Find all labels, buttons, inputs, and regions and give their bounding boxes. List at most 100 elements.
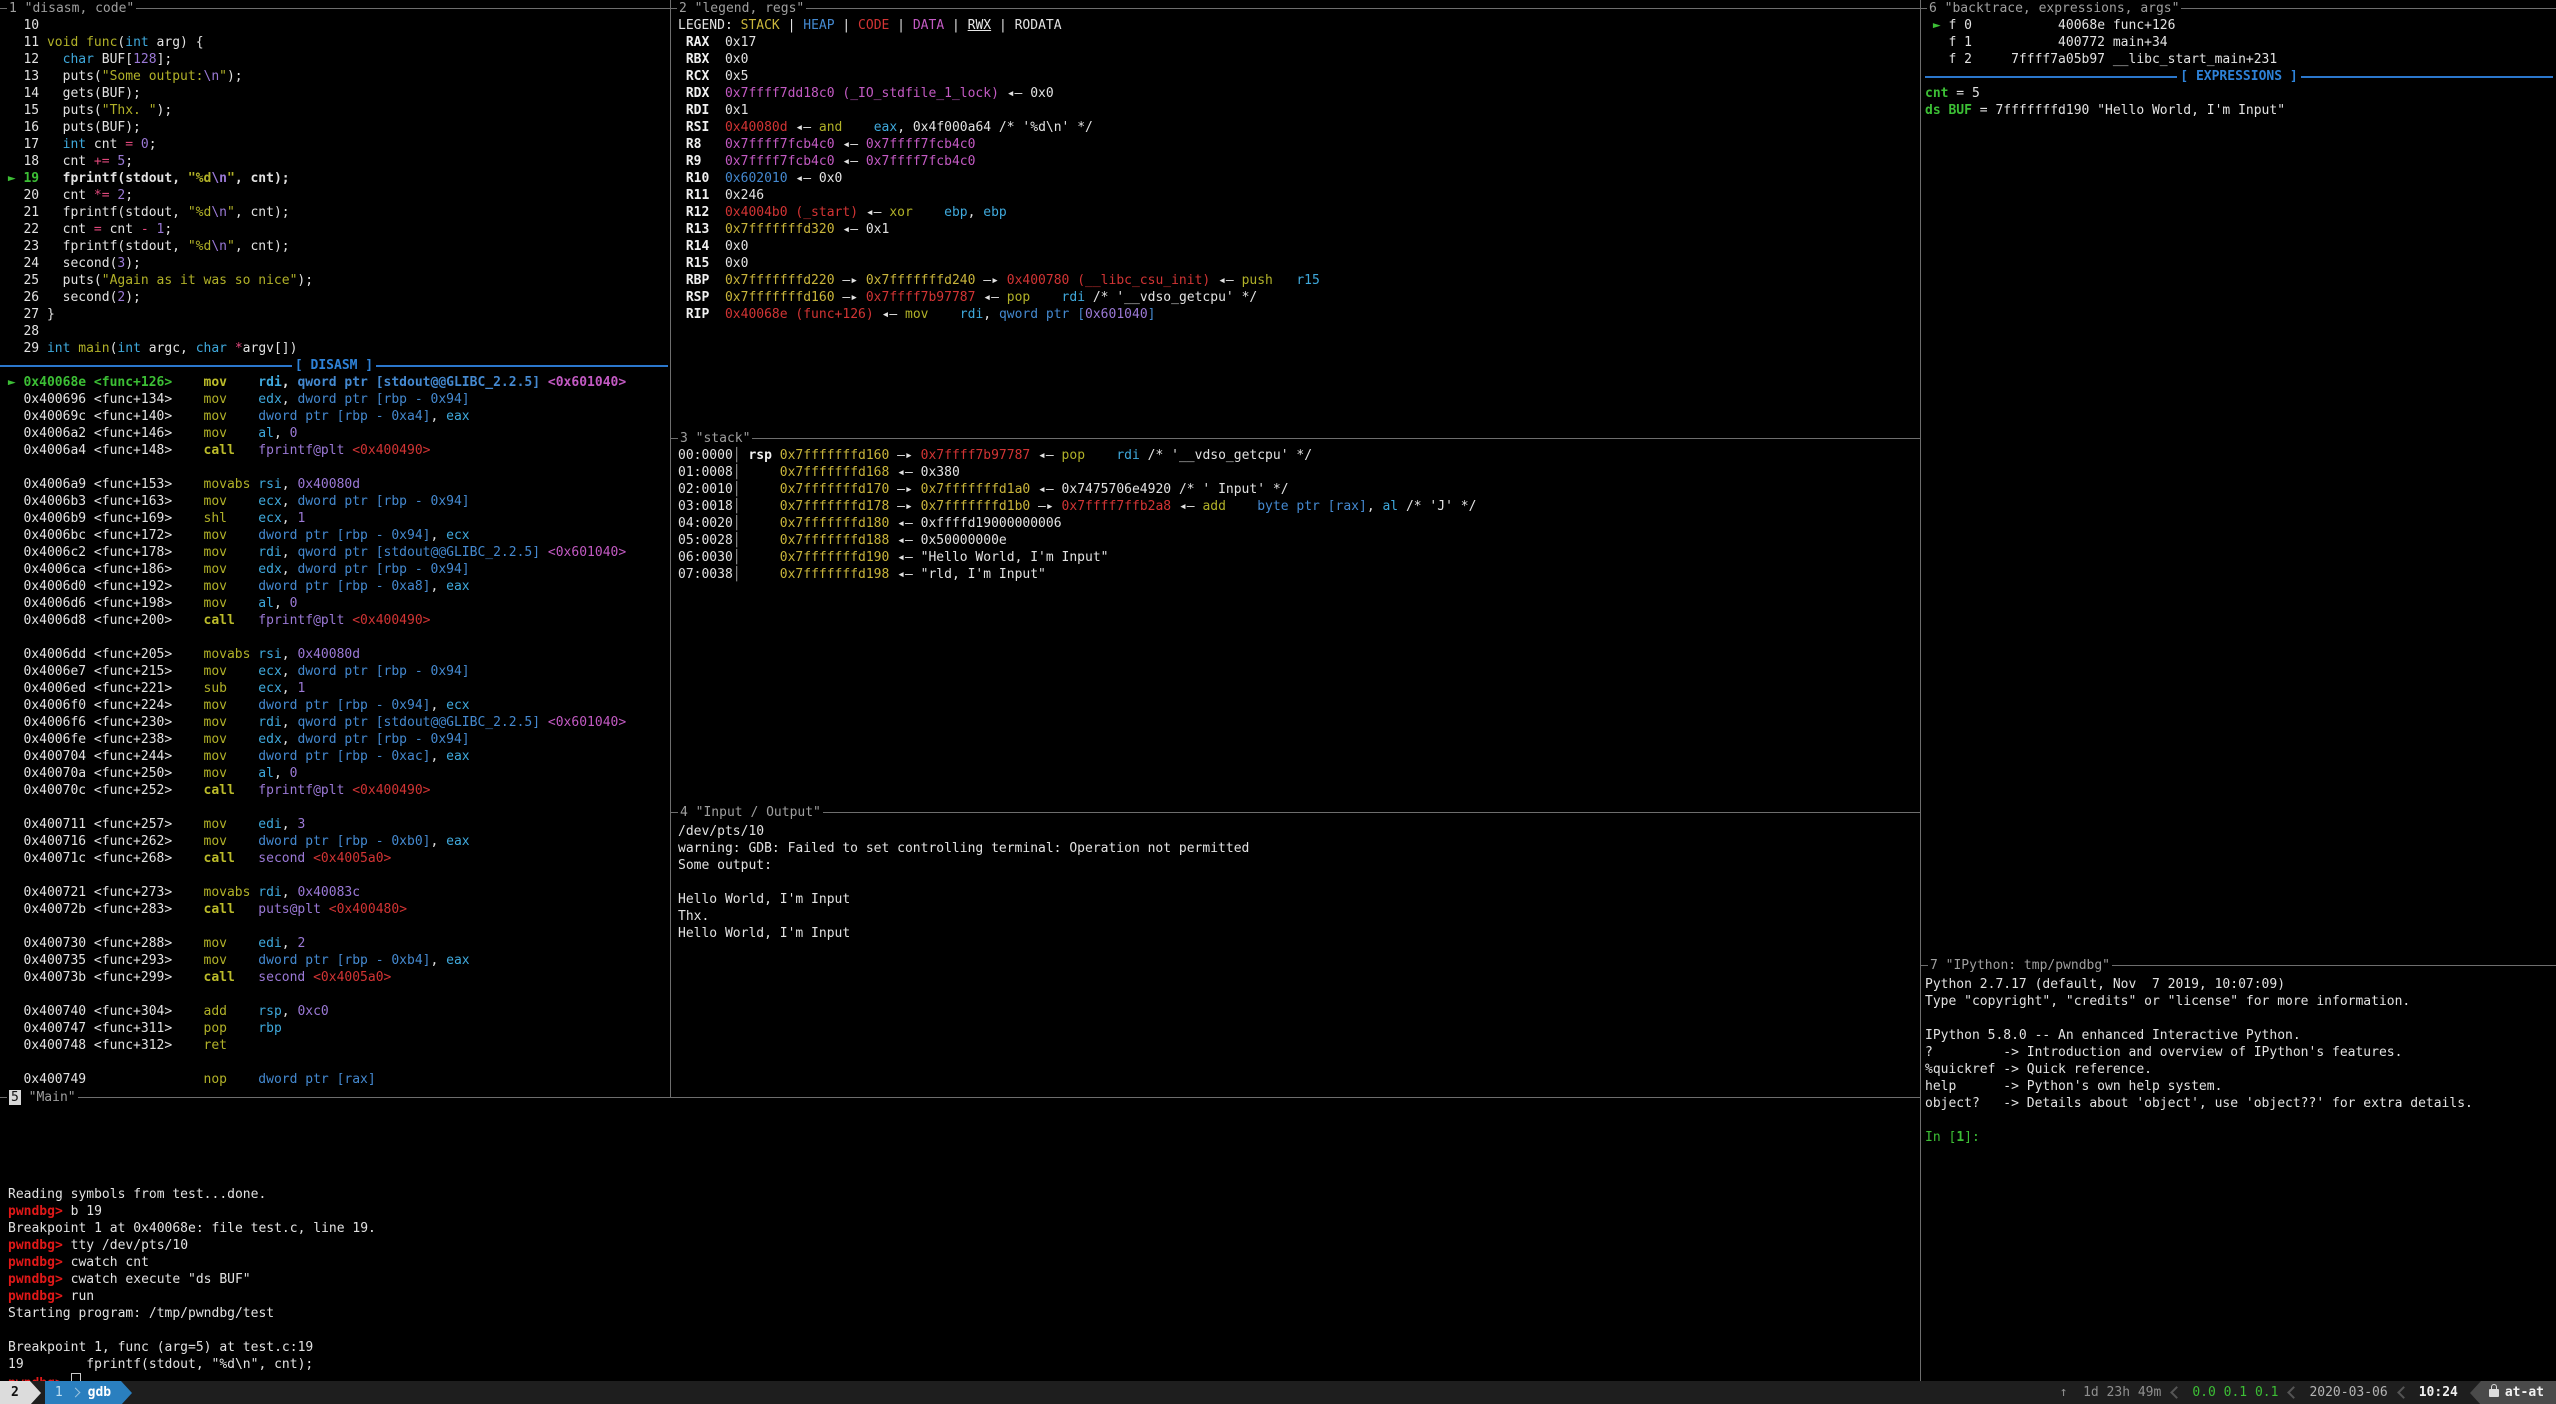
pane-disasm-code[interactable]: 10 11 void func(int arg) { 12 char BUF[1… bbox=[0, 17, 668, 1088]
pane-legend-regs[interactable]: LEGEND: STACK | HEAP | CODE | DATA | RWX… bbox=[678, 17, 1918, 323]
terminal-line: Breakpoint 1 at 0x40068e: file test.c, l… bbox=[8, 1220, 1912, 1237]
pane-border-io: 4 "Input / Output" bbox=[671, 804, 1920, 821]
terminal-line: 0x40071c <func+268> call second <0x4005a… bbox=[0, 850, 668, 867]
terminal-line: 0x400740 <func+304> add rsp, 0xc0 bbox=[0, 1003, 668, 1020]
terminal-line: 22 cnt = cnt - 1; bbox=[0, 221, 668, 238]
pane-border-main: 5 "Main" bbox=[0, 1089, 1920, 1106]
terminal-line: 0x4006a9 <func+153> movabs rsi, 0x40080d bbox=[0, 476, 668, 493]
terminal-line: 0x400704 <func+244> mov dword ptr [rbp -… bbox=[0, 748, 668, 765]
terminal-line bbox=[0, 459, 668, 476]
terminal-line: RBP 0x7fffffffd220 —▸ 0x7fffffffd240 —▸ … bbox=[678, 272, 1918, 289]
terminal-line: 12 char BUF[128]; bbox=[0, 51, 668, 68]
terminal-line: 04:0020│ 0x7fffffffd180 ◂— 0xffffd190000… bbox=[678, 515, 1918, 532]
uptime-indicator: ↑ 1d 23h 49m bbox=[2060, 1384, 2162, 1401]
terminal-line bbox=[8, 1135, 1912, 1152]
terminal-line: 00:0000│ rsp 0x7fffffffd160 —▸ 0x7ffff7b… bbox=[678, 447, 1918, 464]
terminal-line bbox=[0, 799, 668, 816]
terminal-line: R10 0x602010 ◂— 0x0 bbox=[678, 170, 1918, 187]
border-line bbox=[78, 1097, 1920, 1098]
terminal-line: 0x4006fe <func+238> mov edx, dword ptr [… bbox=[0, 731, 668, 748]
terminal-line: ► 0x40068e <func+126> mov rdi, qword ptr… bbox=[0, 374, 668, 391]
terminal-line: pwndbg> b 19 bbox=[8, 1203, 1912, 1220]
pane-input-output[interactable]: /dev/pts/10warning: GDB: Failed to set c… bbox=[678, 823, 1918, 942]
terminal-line: warning: GDB: Failed to set controlling … bbox=[678, 840, 1918, 857]
pane-title-ipython: 7 "IPython: tmp/pwndbg" bbox=[1928, 957, 2112, 974]
pane-ipython[interactable]: Python 2.7.17 (default, Nov 7 2019, 10:0… bbox=[1925, 976, 2553, 1146]
terminal-line: 21 fprintf(stdout, "%d\n", cnt); bbox=[0, 204, 668, 221]
border-line bbox=[823, 812, 1920, 813]
border-line bbox=[2112, 965, 2556, 966]
terminal-line: pwndbg> tty /dev/pts/10 bbox=[8, 1237, 1912, 1254]
terminal-line: 13 puts("Some output:\n"); bbox=[0, 68, 668, 85]
tmux-session-badge[interactable]: 2 bbox=[0, 1381, 30, 1404]
up-arrow-icon: ↑ bbox=[2060, 1385, 2068, 1400]
terminal-line bbox=[8, 1152, 1912, 1169]
terminal-line: 0x4006a4 <func+148> call fprintf@plt <0x… bbox=[0, 442, 668, 459]
terminal-line: R14 0x0 bbox=[678, 238, 1918, 255]
pane-main-gdb[interactable]: Reading symbols from test...done.pwndbg>… bbox=[8, 1118, 1912, 1390]
terminal-line: RSP 0x7fffffffd160 —▸ 0x7ffff7b97787 ◂— … bbox=[678, 289, 1918, 306]
terminal-line: 0x4006dd <func+205> movabs rsi, 0x40080d bbox=[0, 646, 668, 663]
terminal-line: R13 0x7fffffffd320 ◂— 0x1 bbox=[678, 221, 1918, 238]
terminal-line: 25 puts("Again as it was so nice"); bbox=[0, 272, 668, 289]
terminal-line: R8 0x7ffff7fcb4c0 ◂— 0x7ffff7fcb4c0 bbox=[678, 136, 1918, 153]
terminal-line: 0x40070c <func+252> call fprintf@plt <0x… bbox=[0, 782, 668, 799]
border-line bbox=[1920, 8, 1927, 9]
terminal-line: Hello World, I'm Input bbox=[678, 891, 1918, 908]
terminal-line: 18 cnt += 5; bbox=[0, 153, 668, 170]
terminal-line: 23 fprintf(stdout, "%d\n", cnt); bbox=[0, 238, 668, 255]
terminal-line: ► 19 fprintf(stdout, "%d\n", cnt); bbox=[0, 170, 668, 187]
hostname-badge: at-at bbox=[2481, 1381, 2556, 1404]
terminal-line: RDI 0x1 bbox=[678, 102, 1918, 119]
terminal-line: 11 void func(int arg) { bbox=[0, 34, 668, 51]
load-average: 0.0 0.1 0.1 bbox=[2192, 1384, 2278, 1401]
terminal-line: 0x400747 <func+311> pop rbp bbox=[0, 1020, 668, 1037]
terminal-line: f 1 400772 main+34 bbox=[1925, 34, 2553, 51]
lock-icon bbox=[2489, 1389, 2499, 1397]
status-date: 2020-03-06 bbox=[2309, 1384, 2387, 1401]
terminal-line: 0x4006b9 <func+169> shl ecx, 1 bbox=[0, 510, 668, 527]
terminal-line: 17 int cnt = 0; bbox=[0, 136, 668, 153]
pane-stack[interactable]: 00:0000│ rsp 0x7fffffffd160 —▸ 0x7ffff7b… bbox=[678, 447, 1918, 583]
terminal-line: 0x4006f0 <func+224> mov dword ptr [rbp -… bbox=[0, 697, 668, 714]
terminal-line bbox=[678, 874, 1918, 891]
terminal-line: 0x4006d6 <func+198> mov al, 0 bbox=[0, 595, 668, 612]
terminal-line: f 2 7ffff7a05b97 __libc_start_main+231 bbox=[1925, 51, 2553, 68]
terminal-line bbox=[1925, 1010, 2553, 1027]
terminal-line: 05:0028│ 0x7fffffffd188 ◂— 0x50000000e bbox=[678, 532, 1918, 549]
context-separator: [ DISASM ] bbox=[0, 357, 668, 374]
context-separator: [ EXPRESSIONS ] bbox=[1925, 68, 2553, 85]
terminal-line: 0x4006e7 <func+215> mov ecx, dword ptr [… bbox=[0, 663, 668, 680]
terminal-line bbox=[0, 867, 668, 884]
terminal-line bbox=[0, 918, 668, 935]
terminal-line: pwndbg> run bbox=[8, 1288, 1912, 1305]
terminal-line: 0x400696 <func+134> mov edx, dword ptr [… bbox=[0, 391, 668, 408]
terminal-line bbox=[8, 1322, 1912, 1339]
status-bar-right: ↑ 1d 23h 49m 0.0 0.1 0.1 2020-03-06 10:2… bbox=[2060, 1381, 2556, 1404]
terminal-line: Python 2.7.17 (default, Nov 7 2019, 10:0… bbox=[1925, 976, 2553, 993]
vertical-pane-border bbox=[1920, 0, 1921, 1382]
terminal-line: Some output: bbox=[678, 857, 1918, 874]
powerline-arrow-icon bbox=[2470, 1381, 2481, 1404]
terminal-line: 06:0030│ 0x7fffffffd190 ◂— "Hello World,… bbox=[678, 549, 1918, 566]
uptime-value: 1d 23h 49m bbox=[2083, 1385, 2161, 1400]
powerline-arrow-icon bbox=[121, 1381, 132, 1404]
pane-title-io: 4 "Input / Output" bbox=[678, 804, 823, 821]
terminal-line: 01:0008│ 0x7fffffffd168 ◂— 0x380 bbox=[678, 464, 1918, 481]
terminal-line: object? -> Details about 'object', use '… bbox=[1925, 1095, 2553, 1112]
terminal-line: 0x40072b <func+283> call puts@plt <0x400… bbox=[0, 901, 668, 918]
terminal-line: 0x4006c2 <func+178> mov rdi, qword ptr [… bbox=[0, 544, 668, 561]
terminal-line: RCX 0x5 bbox=[678, 68, 1918, 85]
status-time: 10:24 bbox=[2419, 1384, 2458, 1401]
terminal-line: RSI 0x40080d ◂— and eax, 0x4f000a64 /* '… bbox=[678, 119, 1918, 136]
terminal-line: 14 gets(BUF); bbox=[0, 85, 668, 102]
tmux-window-tab-gdb[interactable]: 1 gdb bbox=[45, 1381, 121, 1404]
chevron-left-icon bbox=[2288, 1386, 2301, 1399]
terminal-line: pwndbg> cwatch execute "ds BUF" bbox=[8, 1271, 1912, 1288]
terminal-line: 0x400748 <func+312> ret bbox=[0, 1037, 668, 1054]
terminal-line: 0x400711 <func+257> mov edi, 3 bbox=[0, 816, 668, 833]
terminal-line: RDX 0x7ffff7dd18c0 (_IO_stdfile_1_lock) … bbox=[678, 85, 1918, 102]
terminal-line: 26 second(2); bbox=[0, 289, 668, 306]
terminal-line: %quickref -> Quick reference. bbox=[1925, 1061, 2553, 1078]
pane-backtrace-expressions[interactable]: ► f 0 40068e func+126 f 1 400772 main+34… bbox=[1925, 17, 2553, 119]
